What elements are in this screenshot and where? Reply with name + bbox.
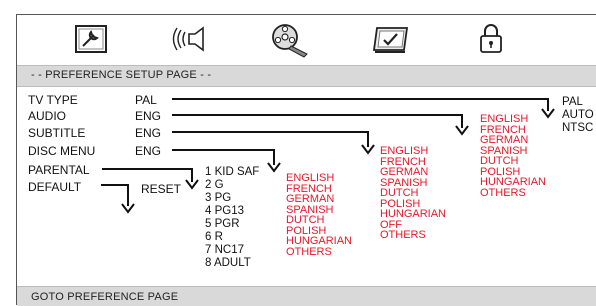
page-header-bar: - - PREFERENCE SETUP PAGE - - — [17, 65, 596, 87]
list-item[interactable]: 4 PG13 — [205, 205, 259, 218]
preference-setup-icon — [372, 27, 409, 53]
list-item[interactable]: 6 R — [205, 231, 259, 244]
list-item[interactable]: GERMAN — [286, 194, 352, 205]
menu-item-disc-menu[interactable]: DISC MENU — [28, 144, 95, 158]
list-item[interactable]: GERMAN — [480, 135, 546, 146]
audio-setup-icon — [172, 26, 204, 52]
tab-general-setup[interactable] — [69, 20, 113, 58]
status-bar: GOTO PREFERENCE PAGE — [17, 286, 596, 306]
menu-item-parental[interactable]: PARENTAL — [28, 163, 90, 177]
menu-item-subtitle[interactable]: SUBTITLE — [28, 126, 85, 140]
tab-password[interactable] — [469, 20, 513, 58]
reset-option[interactable]: RESET — [141, 182, 181, 196]
audio-value: ENG — [135, 109, 162, 123]
list-item[interactable]: OTHERS — [480, 187, 546, 199]
subtitle-value: ENG — [135, 126, 162, 140]
menu-item-default[interactable]: DEFAULT — [28, 180, 81, 194]
list-item[interactable]: NTSC — [562, 122, 594, 135]
list-item[interactable]: AUTO — [562, 109, 594, 122]
disc-menu-language-options: ENGLISH FRENCH GERMAN SPANISH DUTCH POLI… — [286, 173, 352, 257]
parental-rating-options: 1 KID SAF 2 G 3 PG 4 PG13 5 PGR 6 R 7 NC… — [205, 166, 259, 270]
audio-language-options: ENGLISH FRENCH GERMAN SPANISH DUTCH POLI… — [480, 114, 546, 198]
general-setup-icon — [75, 25, 107, 53]
menu-item-tv-type[interactable]: TV TYPE — [28, 93, 78, 107]
setup-tab-bar — [17, 15, 596, 63]
page-title: - - PREFERENCE SETUP PAGE - - — [31, 69, 212, 81]
menu-item-audio[interactable]: AUDIO — [28, 109, 66, 123]
tv-type-options: PAL AUTO NTSC — [562, 96, 594, 135]
disc-menu-value: ENG — [135, 144, 162, 158]
tab-preference-setup[interactable] — [369, 20, 413, 58]
video-setup-icon — [272, 24, 308, 58]
tab-video-setup[interactable] — [267, 20, 311, 58]
list-item[interactable]: 7 NC17 — [205, 244, 259, 257]
list-item[interactable]: 2 G — [205, 179, 259, 192]
list-item[interactable]: OTHERS — [380, 230, 446, 241]
list-item[interactable]: HUNGARIAN — [380, 209, 446, 220]
list-item[interactable]: ENGLISH — [380, 146, 446, 157]
password-lock-icon — [480, 24, 502, 53]
tab-audio-setup[interactable] — [169, 20, 213, 58]
list-item[interactable]: HUNGARIAN — [286, 236, 352, 247]
list-item[interactable]: DUTCH — [286, 215, 352, 226]
list-item[interactable]: ENGLISH — [286, 173, 352, 184]
list-item[interactable]: DUTCH — [380, 188, 446, 199]
footer-hint: GOTO PREFERENCE PAGE — [31, 291, 179, 303]
list-item[interactable]: ENGLISH — [480, 114, 546, 125]
list-item[interactable]: OTHERS — [286, 246, 352, 258]
list-item[interactable]: DUTCH — [480, 156, 546, 167]
list-item[interactable]: HUNGARIAN — [480, 177, 546, 188]
list-item[interactable]: PAL — [562, 96, 594, 109]
list-item[interactable]: GERMAN — [380, 167, 446, 178]
subtitle-language-options: ENGLISH FRENCH GERMAN SPANISH DUTCH POLI… — [380, 146, 446, 241]
list-item[interactable]: 1 KID SAF — [205, 166, 259, 179]
list-item[interactable]: 5 PGR — [205, 218, 259, 231]
list-item[interactable]: 3 PG — [205, 192, 259, 205]
list-item[interactable]: 8 ADULT — [205, 257, 259, 270]
tv-type-value: PAL — [135, 93, 157, 107]
